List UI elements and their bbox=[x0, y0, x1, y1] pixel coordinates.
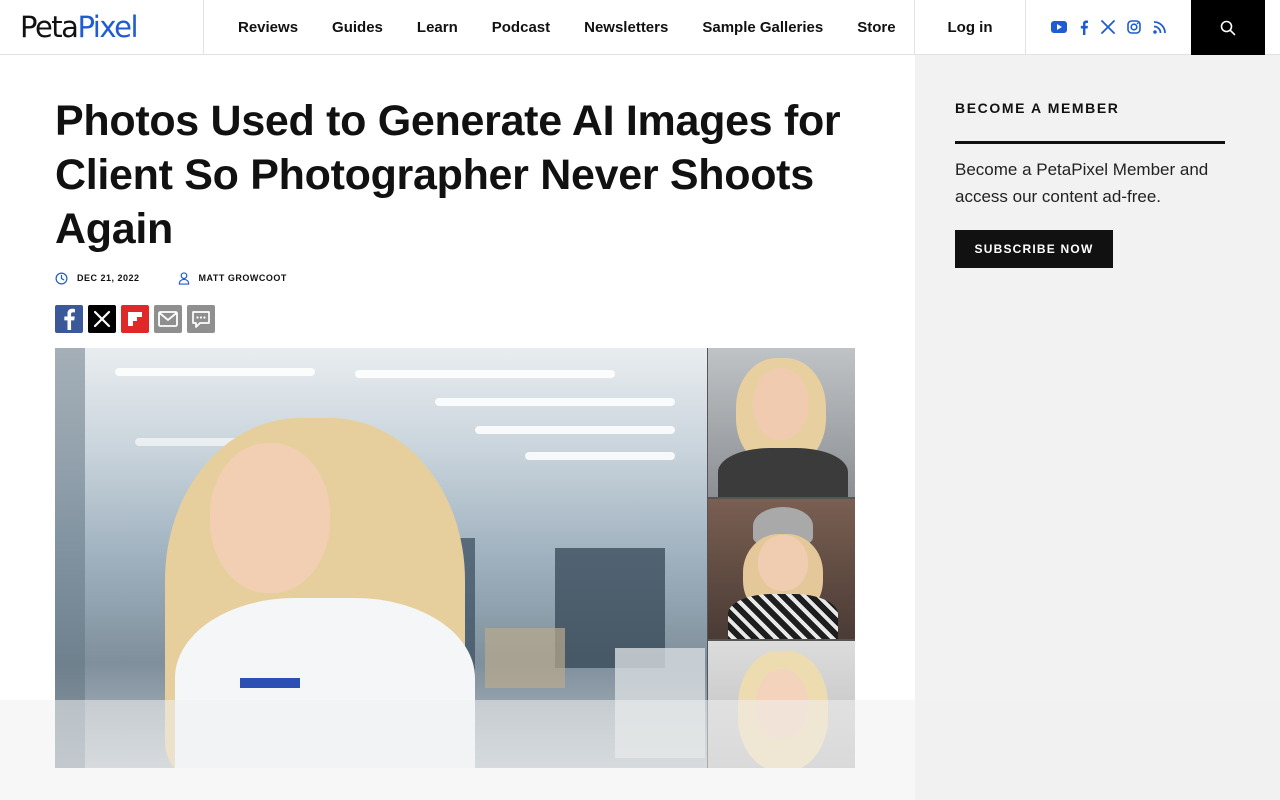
x-icon[interactable] bbox=[1101, 20, 1115, 34]
email-share-button[interactable] bbox=[154, 305, 182, 333]
subscribe-now-button[interactable]: SUBSCRIBE NOW bbox=[955, 230, 1113, 268]
petapixel-logo[interactable]: Peta Pixel bbox=[20, 9, 139, 45]
envelope-icon bbox=[158, 311, 178, 327]
x-icon bbox=[93, 310, 111, 328]
ad-overlay bbox=[0, 700, 1280, 800]
clock-icon bbox=[55, 272, 68, 284]
user-icon bbox=[178, 271, 189, 285]
youtube-icon[interactable] bbox=[1051, 21, 1067, 33]
date-text: DEC 21, 2022 bbox=[77, 273, 140, 283]
logo-text-peta: Peta bbox=[20, 10, 79, 44]
article-meta: DEC 21, 2022 MATT GROWCOOT bbox=[55, 271, 287, 285]
reference-photo-2 bbox=[708, 499, 855, 639]
reference-photo-1 bbox=[708, 348, 855, 497]
comment-icon bbox=[192, 310, 210, 328]
nav-reviews[interactable]: Reviews bbox=[221, 19, 315, 36]
nav-sample-galleries[interactable]: Sample Galleries bbox=[685, 19, 840, 36]
login-link[interactable]: Log in bbox=[915, 0, 1025, 54]
search-button[interactable] bbox=[1191, 0, 1265, 55]
nav-newsletters[interactable]: Newsletters bbox=[567, 19, 685, 36]
header-divider bbox=[203, 0, 204, 54]
membership-title: BECOME A MEMBER bbox=[955, 100, 1120, 116]
facebook-icon[interactable] bbox=[1079, 19, 1089, 35]
article-author[interactable]: MATT GROWCOOT bbox=[178, 271, 287, 285]
rss-icon[interactable] bbox=[1153, 20, 1166, 34]
nav-guides[interactable]: Guides bbox=[315, 19, 400, 36]
article-date: DEC 21, 2022 bbox=[55, 272, 140, 285]
author-name: MATT GROWCOOT bbox=[198, 273, 287, 283]
membership-text: Become a PetaPixel Member and access our… bbox=[955, 160, 1209, 206]
nav-store[interactable]: Store bbox=[840, 19, 912, 36]
article-title: Photos Used to Generate AI Images for Cl… bbox=[55, 97, 841, 253]
flipboard-icon bbox=[128, 312, 142, 326]
instagram-icon[interactable] bbox=[1127, 20, 1141, 34]
share-bar bbox=[55, 305, 215, 333]
facebook-share-button[interactable] bbox=[55, 305, 83, 333]
social-links bbox=[1026, 0, 1191, 54]
comments-button[interactable] bbox=[187, 305, 215, 333]
search-icon bbox=[1220, 20, 1236, 35]
logo-text-pixel: Pixel bbox=[77, 10, 138, 44]
flipboard-share-button[interactable] bbox=[121, 305, 149, 333]
sidebar-divider bbox=[955, 141, 1225, 144]
nav-learn[interactable]: Learn bbox=[400, 19, 475, 36]
facebook-icon bbox=[64, 308, 75, 330]
site-header: Peta Pixel Reviews Guides Learn Podcast N… bbox=[0, 0, 1280, 55]
main-nav: Reviews Guides Learn Podcast Newsletters… bbox=[221, 0, 913, 54]
x-share-button[interactable] bbox=[88, 305, 116, 333]
nav-podcast[interactable]: Podcast bbox=[475, 19, 567, 36]
sidebar: BECOME A MEMBER Become a PetaPixel Membe… bbox=[915, 55, 1280, 800]
